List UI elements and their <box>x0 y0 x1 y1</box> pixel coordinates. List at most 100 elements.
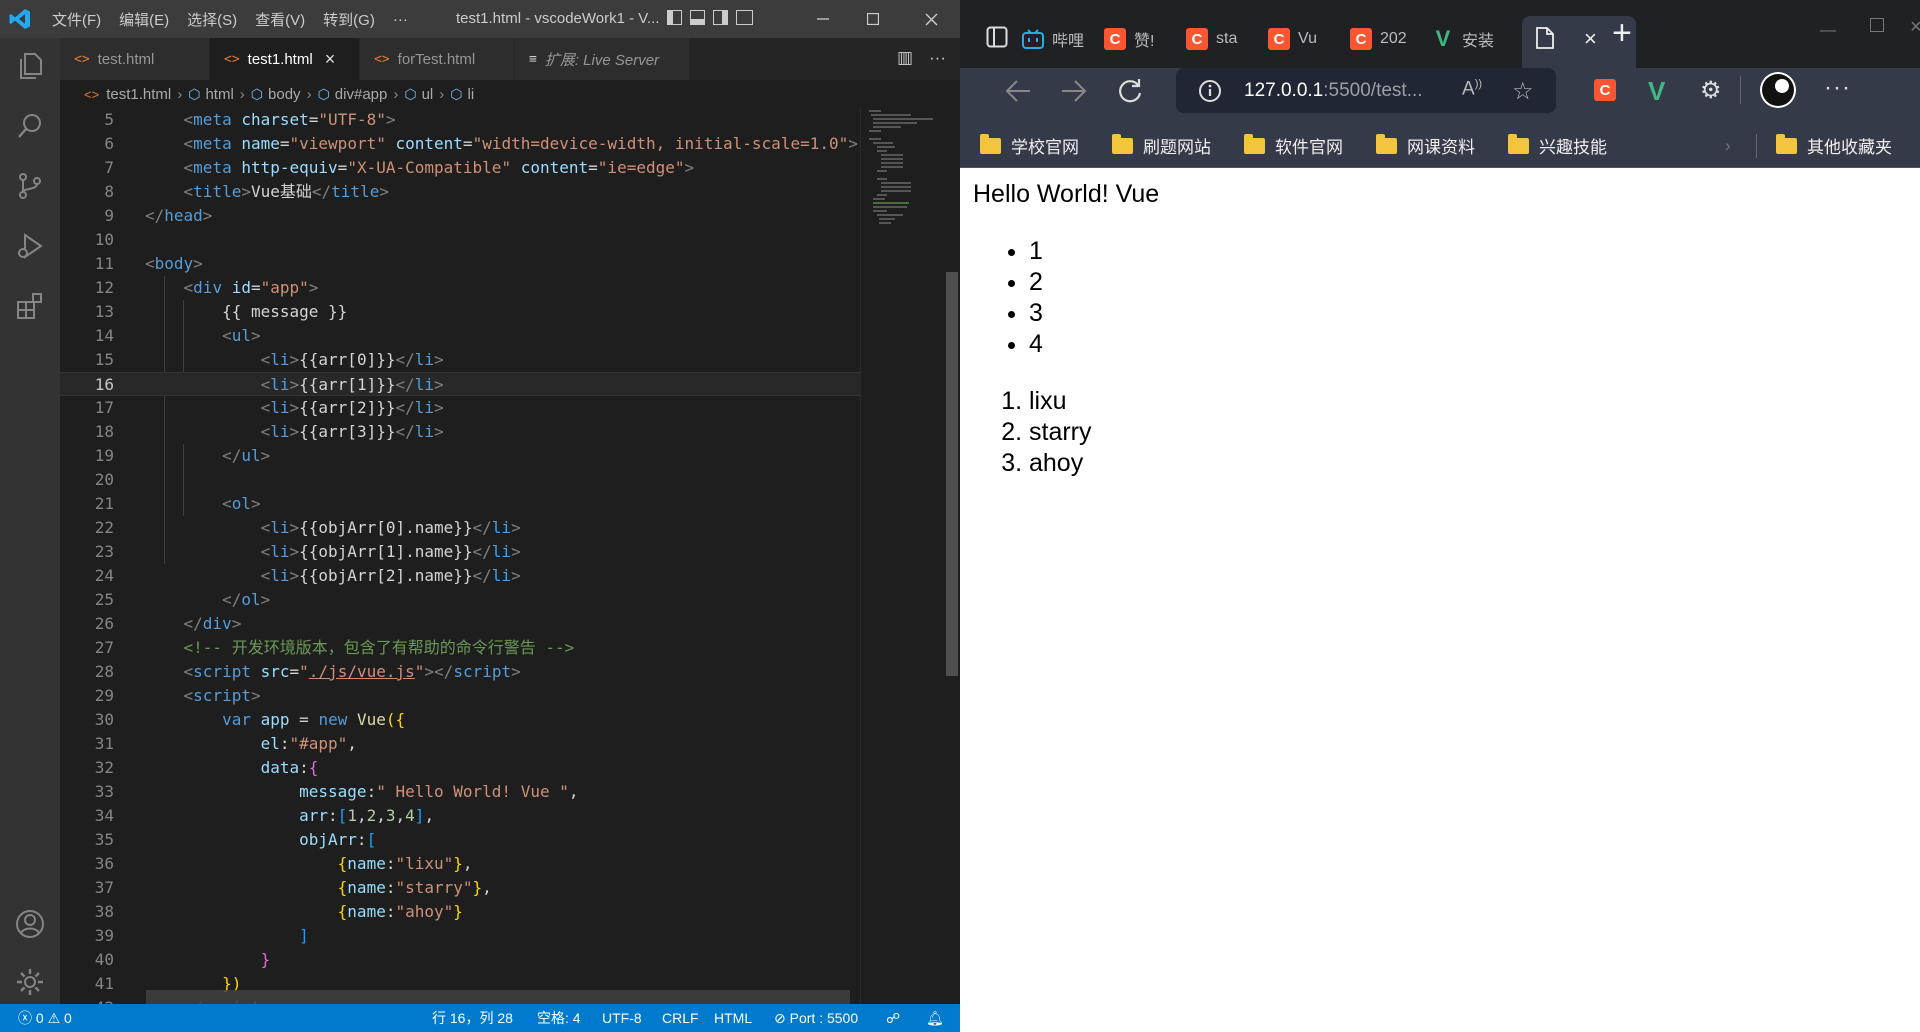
customize-layout-icon[interactable] <box>736 10 753 25</box>
activity-explorer[interactable] <box>0 38 60 94</box>
browser-tab[interactable]: C 赞! <box>1104 20 1174 58</box>
code-line[interactable]: 20 <box>60 468 860 492</box>
code-line[interactable]: 30 var app = new Vue({ <box>60 708 860 732</box>
code-line[interactable]: 13 {{ message }} <box>60 300 860 324</box>
activity-search[interactable] <box>0 98 60 154</box>
menu-selection[interactable]: 选择(S) <box>187 9 237 30</box>
tab-close-icon[interactable]: × <box>1584 26 1597 52</box>
activity-extensions[interactable] <box>0 278 60 334</box>
live-server-status[interactable]: ⊘ Port : 5500 <box>774 1004 858 1032</box>
bookmark-folder[interactable]: 兴趣技能 <box>1508 124 1607 167</box>
breadcrumb-item-ul[interactable]: ul <box>422 86 434 103</box>
scrollbar-thumb[interactable] <box>946 272 958 676</box>
code-line[interactable]: 6 <meta name="viewport" content="width=d… <box>60 132 860 156</box>
activity-accounts[interactable] <box>0 896 60 952</box>
browser-maximize-icon[interactable] <box>1870 18 1884 32</box>
vue-devtools-icon[interactable]: V <box>1648 76 1665 107</box>
read-aloud-icon[interactable]: A)) <box>1462 78 1482 100</box>
code-line[interactable]: 17 <li>{{arr[2]}}</li> <box>60 396 860 420</box>
tab-actions-icon[interactable] <box>986 26 1008 48</box>
toggle-sidebar-icon[interactable] <box>667 10 682 25</box>
tab-close-icon[interactable]: × <box>325 49 336 70</box>
problems-status[interactable]: ⓧ 0 ⚠ 0 <box>18 1004 72 1032</box>
new-tab-icon[interactable]: + <box>1612 14 1632 53</box>
menu-edit[interactable]: 编辑(E) <box>119 9 169 30</box>
tab-fortest-html[interactable]: <> forTest.html <box>360 38 515 80</box>
bookmark-folder[interactable]: 软件官网 <box>1244 124 1343 167</box>
avatar[interactable] <box>1760 72 1796 108</box>
feedback-icon[interactable]: ☍ <box>886 1004 900 1032</box>
activity-manage[interactable] <box>0 954 60 1010</box>
toggle-panel-icon[interactable] <box>690 10 705 25</box>
browser-tab[interactable]: C Vu <box>1268 20 1338 58</box>
csdn-extension-icon[interactable]: C <box>1594 79 1624 101</box>
code-line[interactable]: 19 </ul> <box>60 444 860 468</box>
bookmark-folder[interactable]: 学校官网 <box>980 124 1079 167</box>
code-line[interactable]: 22 <li>{{objArr[0].name}}</li> <box>60 516 860 540</box>
code-line[interactable]: 35 objArr:[ <box>60 828 860 852</box>
breadcrumb-item-html[interactable]: html <box>205 86 233 103</box>
more-actions-icon[interactable]: ··· <box>929 48 946 68</box>
forward-icon[interactable] <box>1060 78 1088 104</box>
code-line[interactable]: 12 <div id="app"> <box>60 276 860 300</box>
split-editor-icon[interactable]: ▥ <box>897 48 913 68</box>
eol-status[interactable]: CRLF <box>662 1004 699 1032</box>
code-line[interactable]: 7 <meta http-equiv="X-UA-Compatible" con… <box>60 156 860 180</box>
code-line[interactable]: 21 <ol> <box>60 492 860 516</box>
browser-tab[interactable]: Csta <box>1186 20 1256 58</box>
code-line[interactable]: 23 <li>{{objArr[1].name}}</li> <box>60 540 860 564</box>
code-line[interactable]: 26 </div> <box>60 612 860 636</box>
code-line[interactable]: 32 data:{ <box>60 756 860 780</box>
refresh-icon[interactable] <box>1116 77 1144 105</box>
browser-minimize-icon[interactable]: — <box>1820 22 1836 40</box>
code-line[interactable]: 31 el:"#app", <box>60 732 860 756</box>
code-line[interactable]: 27 <!-- 开发环境版本，包含了有帮助的命令行警告 --> <box>60 636 860 660</box>
breadcrumb-item-li[interactable]: li <box>468 86 475 103</box>
code-line[interactable]: 10 <box>60 228 860 252</box>
vscode-close-button[interactable] <box>908 0 954 38</box>
code-line[interactable]: 28 <script src="./js/vue.js"></script> <box>60 660 860 684</box>
breadcrumb-item-file[interactable]: test1.html <box>106 86 171 103</box>
code-line[interactable]: 18 <li>{{arr[3]}}</li> <box>60 420 860 444</box>
site-info-icon[interactable] <box>1198 79 1222 103</box>
other-bookmarks-folder[interactable]: 其他收藏夹 <box>1776 124 1892 167</box>
activity-run-debug[interactable] <box>0 218 60 274</box>
code-line[interactable]: 14 <ul> <box>60 324 860 348</box>
extensions-icon[interactable]: ⚙ <box>1700 76 1722 105</box>
cursor-position[interactable]: 行 16，列 28 <box>432 1004 513 1032</box>
indentation-status[interactable]: 空格: 4 <box>537 1004 581 1032</box>
vscode-minimize-button[interactable] <box>800 0 846 38</box>
menu-file[interactable]: 文件(F) <box>52 9 101 30</box>
editor-scrollbar[interactable] <box>944 108 960 1004</box>
notifications-bell-icon[interactable]: 🔔︎ <box>926 1004 944 1032</box>
code-line[interactable]: 36 {name:"lixu"}, <box>60 852 860 876</box>
activity-source-control[interactable] <box>0 158 60 214</box>
horizontal-scrollbar[interactable] <box>146 990 850 1004</box>
menu-view[interactable]: 查看(V) <box>255 9 305 30</box>
chevron-right-icon[interactable]: › <box>1725 124 1731 167</box>
breadcrumb-item-div[interactable]: div#app <box>335 86 388 103</box>
toggle-secondary-sidebar-icon[interactable] <box>713 10 728 25</box>
browser-tab[interactable]: C 202 <box>1350 20 1420 58</box>
tab-test1-html[interactable]: <> test1.html × <box>210 38 360 80</box>
code-line[interactable]: 33 message:" Hello World! Vue ", <box>60 780 860 804</box>
code-line[interactable]: 38 {name:"ahoy"} <box>60 900 860 924</box>
vscode-maximize-button[interactable] <box>850 0 896 38</box>
bookmark-folder[interactable]: 刷题网站 <box>1112 124 1211 167</box>
back-icon[interactable] <box>1004 78 1032 104</box>
code-line[interactable]: 9 </head> <box>60 204 860 228</box>
tab-test-html[interactable]: <> test.html <box>60 38 210 80</box>
address-bar[interactable]: 127.0.0.1:5500/test... A)) ☆ <box>1176 68 1556 113</box>
code-line[interactable]: 11 <body> <box>60 252 860 276</box>
code-line[interactable]: 25 </ol> <box>60 588 860 612</box>
tab-live-server-extension[interactable]: ≡ 扩展: Live Server <box>515 38 690 80</box>
browser-tab[interactable]: V 安装 <box>1432 20 1502 58</box>
language-mode[interactable]: HTML <box>714 1004 752 1032</box>
browser-close-icon[interactable]: × <box>1910 16 1920 39</box>
code-line[interactable]: 16 <li>{{arr[1]}}</li> <box>60 372 860 396</box>
minimap[interactable] <box>860 108 945 1004</box>
breadcrumb-item-body[interactable]: body <box>268 86 301 103</box>
menu-go[interactable]: 转到(G) <box>323 9 375 30</box>
encoding-status[interactable]: UTF-8 <box>602 1004 642 1032</box>
code-editor[interactable]: 5 <meta charset="UTF-8"> 6 <meta name="vi… <box>60 108 860 1004</box>
